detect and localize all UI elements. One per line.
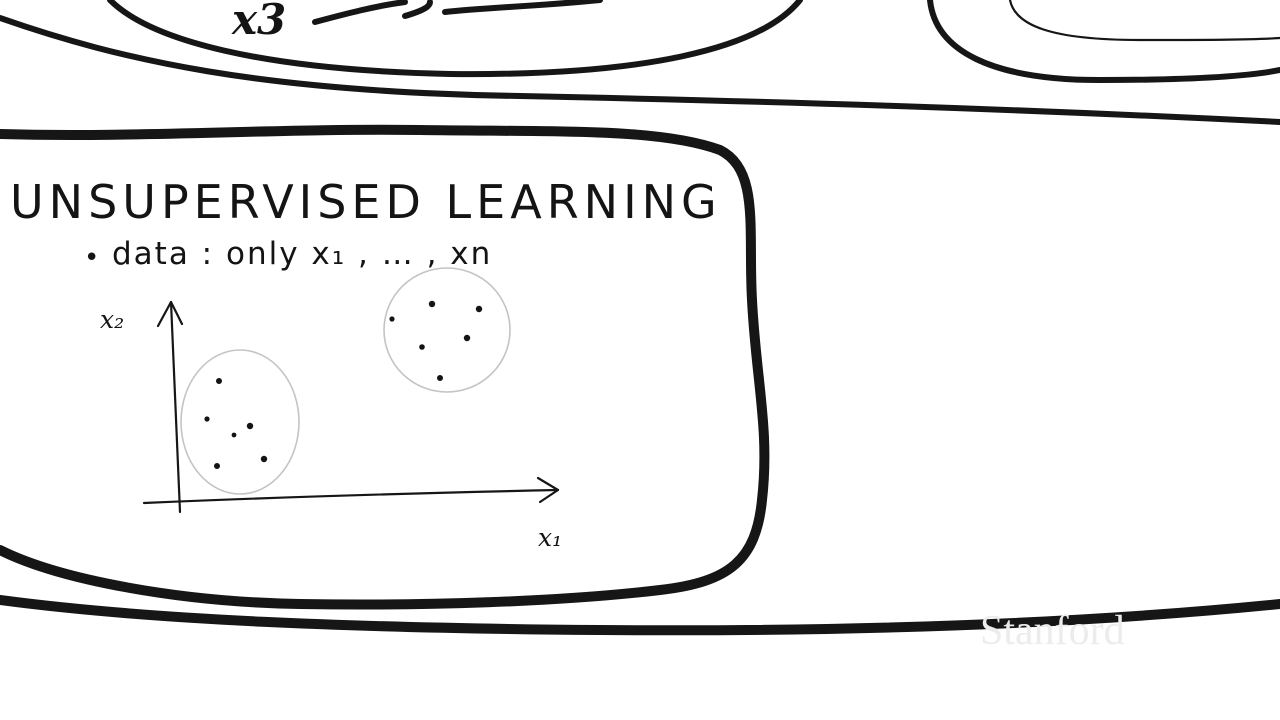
upper-outer-boundary bbox=[0, 15, 1280, 125]
cluster-right-ring bbox=[383, 267, 511, 393]
x-axis bbox=[142, 488, 560, 505]
bullet-marker: • bbox=[84, 243, 101, 273]
data-point bbox=[437, 375, 443, 381]
data-point bbox=[463, 334, 471, 342]
bullet-data-text: data : only x₁ , … , xn bbox=[112, 236, 492, 272]
x3-arrow-scribble bbox=[312, 0, 603, 25]
whiteboard-canvas: x3 UNSUPERVISED LEARNING • data : only x… bbox=[0, 0, 1280, 654]
cluster-right bbox=[383, 267, 511, 393]
data-point bbox=[428, 300, 436, 308]
y-axis-label: x₂ bbox=[100, 305, 124, 334]
cluster-left-ring bbox=[180, 349, 300, 495]
right-inner-shape bbox=[1008, 0, 1280, 42]
data-point bbox=[419, 344, 425, 350]
panel-title: UNSUPERVISED LEARNING bbox=[10, 175, 722, 229]
data-point bbox=[260, 455, 268, 463]
data-point bbox=[246, 422, 254, 430]
unsupervised-learning-panel: UNSUPERVISED LEARNING • data : only x₁ ,… bbox=[0, 124, 770, 610]
cluster-left bbox=[180, 349, 300, 495]
previous-slide-fragment: x3 bbox=[0, 0, 1280, 125]
data-point bbox=[214, 463, 220, 469]
data-point bbox=[475, 305, 483, 313]
y-axis-arrowhead bbox=[156, 300, 184, 328]
x-axis-label: x₁ bbox=[538, 523, 562, 552]
data-point bbox=[216, 378, 222, 384]
data-point bbox=[389, 316, 395, 322]
x3-fragment-label: x3 bbox=[231, 0, 286, 44]
data-point bbox=[204, 416, 210, 422]
y-axis bbox=[169, 300, 182, 514]
stanford-watermark: Stanford bbox=[980, 608, 1125, 654]
data-point bbox=[231, 432, 237, 438]
cluster-plot: x₂ x₁ bbox=[100, 267, 562, 552]
